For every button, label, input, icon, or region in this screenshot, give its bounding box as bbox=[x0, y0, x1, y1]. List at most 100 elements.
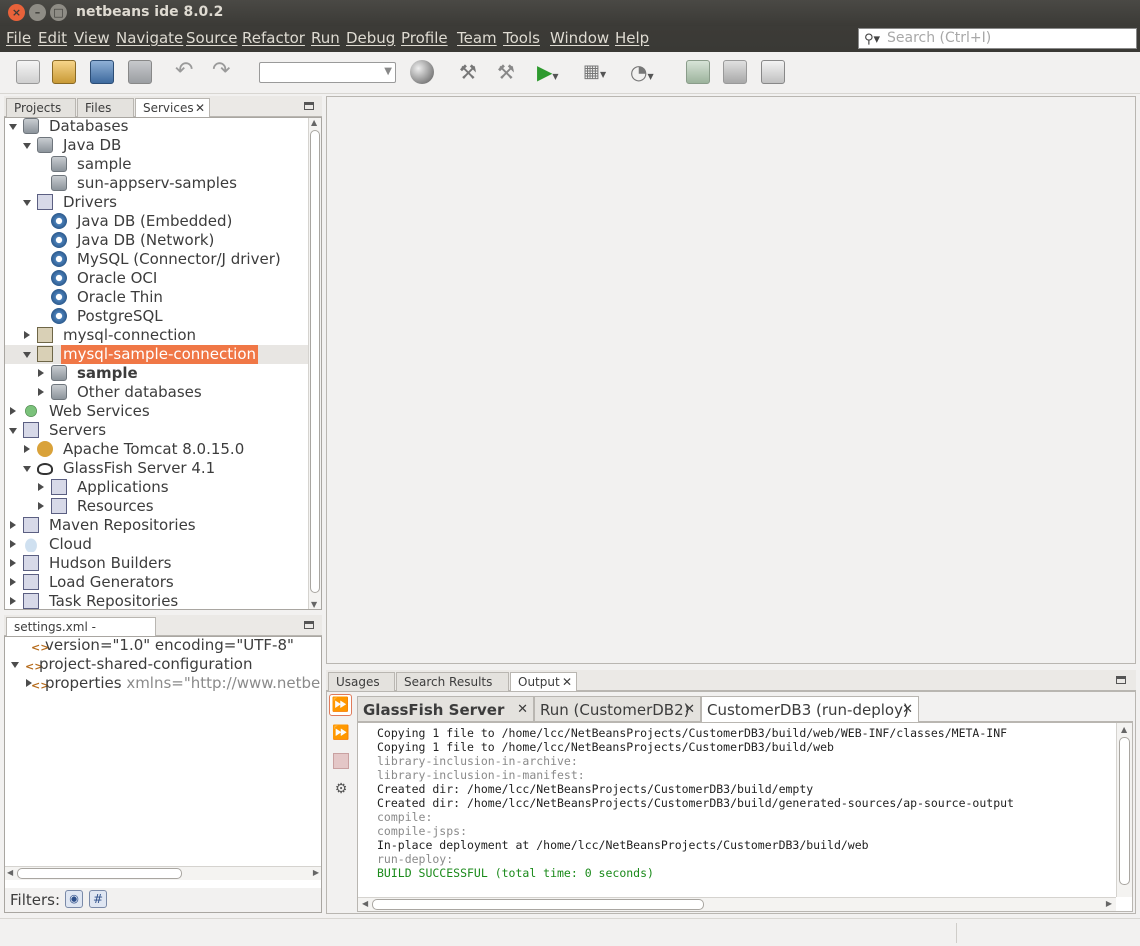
tree-item[interactable]: Databases bbox=[5, 117, 308, 136]
expanded-arrow-icon[interactable] bbox=[9, 428, 17, 434]
close-tab-icon[interactable]: ✕ bbox=[517, 697, 528, 723]
menu-navigate[interactable]: Navigate bbox=[116, 29, 183, 47]
tree-item[interactable]: sample bbox=[5, 155, 308, 174]
tab-projects[interactable]: Projects bbox=[6, 98, 76, 118]
set-project-config-icon[interactable] bbox=[410, 60, 434, 84]
tab-output[interactable]: Output ✕ bbox=[510, 672, 577, 693]
expanded-arrow-icon[interactable] bbox=[23, 352, 31, 358]
menu-team[interactable]: Team bbox=[457, 29, 497, 47]
collapsed-arrow-icon[interactable] bbox=[10, 407, 16, 415]
collapsed-arrow-icon[interactable] bbox=[24, 445, 30, 453]
scroll-left-icon[interactable]: ◀ bbox=[362, 899, 368, 908]
tree-item[interactable]: Other databases bbox=[5, 383, 308, 402]
maximize-window-icon[interactable]: □ bbox=[50, 4, 67, 21]
tree-item[interactable]: sun-appserv-samples bbox=[5, 174, 308, 193]
subtab-customerdb3-run-deploy[interactable]: CustomerDB3 (run-deploy) ✕ bbox=[701, 696, 919, 723]
output-scroll-thumb[interactable] bbox=[1119, 737, 1130, 885]
tree-item[interactable]: PostgreSQL bbox=[5, 307, 308, 326]
menu-file[interactable]: File bbox=[6, 29, 31, 47]
navigator-item[interactable]: <> project-shared-configuration bbox=[5, 655, 320, 674]
new-file-icon[interactable] bbox=[16, 60, 40, 84]
collapsed-arrow-icon[interactable] bbox=[38, 369, 44, 377]
tab-files[interactable]: Files bbox=[77, 98, 134, 118]
search-input[interactable]: ⚲▾ Search (Ctrl+I) bbox=[858, 28, 1137, 49]
tree-item[interactable]: Resources bbox=[5, 497, 308, 516]
tree-item[interactable]: GlassFish Server 4.1 bbox=[5, 459, 308, 478]
rerun-icon[interactable]: ⏩ bbox=[329, 694, 352, 716]
apply-code-changes-icon[interactable] bbox=[686, 60, 710, 84]
output-h-scroll-thumb[interactable] bbox=[372, 899, 704, 910]
menu-edit[interactable]: Edit bbox=[38, 29, 67, 47]
menu-run[interactable]: Run bbox=[311, 29, 340, 47]
collapsed-arrow-icon[interactable] bbox=[10, 578, 16, 586]
expanded-arrow-icon[interactable] bbox=[9, 124, 17, 130]
take-snapshot-icon[interactable] bbox=[761, 60, 785, 84]
tree-item[interactable]: Maven Repositories bbox=[5, 516, 308, 535]
debug-project-icon[interactable]: ▦▼ bbox=[583, 60, 607, 84]
navigator-item[interactable]: <> properties xmlns="http://www.netbe bbox=[5, 674, 320, 693]
output-settings-icon[interactable]: ⚙ bbox=[331, 779, 351, 799]
navigator-scroll-thumb[interactable] bbox=[17, 868, 182, 879]
close-window-icon[interactable]: × bbox=[8, 4, 25, 21]
scroll-down-icon[interactable]: ▼ bbox=[311, 600, 317, 609]
collapsed-arrow-icon[interactable] bbox=[38, 483, 44, 491]
tree-item[interactable]: Apache Tomcat 8.0.15.0 bbox=[5, 440, 308, 459]
tree-item[interactable]: Oracle Thin bbox=[5, 288, 308, 307]
tree-item[interactable]: Java DB (Network) bbox=[5, 231, 308, 250]
close-tab-icon[interactable]: ✕ bbox=[902, 697, 913, 723]
scroll-left-icon[interactable]: ◀ bbox=[7, 868, 13, 877]
minimize-panel-icon[interactable] bbox=[304, 102, 314, 110]
rerun-with-params-icon[interactable]: ⏩ bbox=[331, 723, 351, 743]
tree-item[interactable]: Cloud bbox=[5, 535, 308, 554]
close-tab-icon[interactable]: ✕ bbox=[684, 697, 695, 723]
services-scroll-thumb[interactable] bbox=[310, 130, 320, 593]
expanded-arrow-icon[interactable] bbox=[23, 143, 31, 149]
open-project-icon[interactable] bbox=[90, 60, 114, 84]
tree-item[interactable]: Task Repositories bbox=[5, 592, 308, 609]
scroll-up-icon[interactable]: ▲ bbox=[311, 118, 317, 127]
output-h-scrollbar[interactable]: ◀ ▶ bbox=[358, 897, 1116, 911]
navigator-h-scrollbar[interactable]: ◀ ▶ bbox=[5, 866, 321, 880]
collapsed-arrow-icon[interactable] bbox=[38, 502, 44, 510]
undo-icon[interactable]: ↶ bbox=[175, 60, 199, 84]
tab-usages[interactable]: Usages bbox=[328, 672, 395, 692]
tree-item[interactable]: Java DB bbox=[5, 136, 308, 155]
menu-help[interactable]: Help bbox=[615, 29, 649, 47]
scroll-right-icon[interactable]: ▶ bbox=[1106, 899, 1112, 908]
minimize-window-icon[interactable]: – bbox=[29, 4, 46, 21]
menu-debug[interactable]: Debug bbox=[346, 29, 395, 47]
close-tab-icon[interactable]: ✕ bbox=[562, 673, 572, 691]
menu-profile[interactable]: Profile bbox=[401, 29, 448, 47]
tree-item[interactable]: Web Services bbox=[5, 402, 308, 421]
services-scrollbar[interactable]: ▲ ▼ bbox=[308, 118, 321, 609]
minimize-panel-icon[interactable] bbox=[1116, 676, 1126, 684]
subtab-run-customerdb2[interactable]: Run (CustomerDB2) ✕ bbox=[534, 696, 701, 722]
tree-item[interactable]: Applications bbox=[5, 478, 308, 497]
scroll-right-icon[interactable]: ▶ bbox=[313, 868, 319, 877]
menu-window[interactable]: Window bbox=[550, 29, 609, 47]
menu-tools[interactable]: Tools bbox=[503, 29, 540, 47]
new-project-icon[interactable] bbox=[52, 60, 76, 84]
navigator-item[interactable]: <> version="1.0" encoding="UTF-8" bbox=[5, 636, 320, 655]
minimize-panel-icon[interactable] bbox=[304, 621, 314, 629]
filter-inherited-icon[interactable]: ◉ bbox=[65, 890, 83, 908]
tree-item[interactable]: Load Generators bbox=[5, 573, 308, 592]
tree-item[interactable]: Oracle OCI bbox=[5, 269, 308, 288]
collapsed-arrow-icon[interactable] bbox=[10, 521, 16, 529]
profile-project-icon[interactable]: ◔▼ bbox=[630, 60, 654, 84]
stop-icon[interactable] bbox=[333, 753, 349, 769]
collapsed-arrow-icon[interactable] bbox=[38, 388, 44, 396]
save-all-icon[interactable] bbox=[128, 60, 152, 84]
tree-item[interactable]: MySQL (Connector/J driver) bbox=[5, 250, 308, 269]
tab-search-results[interactable]: Search Results bbox=[396, 672, 509, 692]
tree-item[interactable]: Drivers bbox=[5, 193, 308, 212]
tree-item[interactable]: mysql-sample-connection bbox=[5, 345, 308, 364]
tree-item[interactable]: Servers bbox=[5, 421, 308, 440]
build-hammer-icon[interactable]: ⚒ bbox=[456, 60, 480, 84]
menu-refactor[interactable]: Refactor bbox=[242, 29, 305, 47]
menu-view[interactable]: View bbox=[74, 29, 110, 47]
menu-source[interactable]: Source bbox=[186, 29, 238, 47]
collapsed-arrow-icon[interactable] bbox=[10, 540, 16, 548]
scroll-up-icon[interactable]: ▲ bbox=[1121, 725, 1127, 734]
tree-item[interactable]: Java DB (Embedded) bbox=[5, 212, 308, 231]
